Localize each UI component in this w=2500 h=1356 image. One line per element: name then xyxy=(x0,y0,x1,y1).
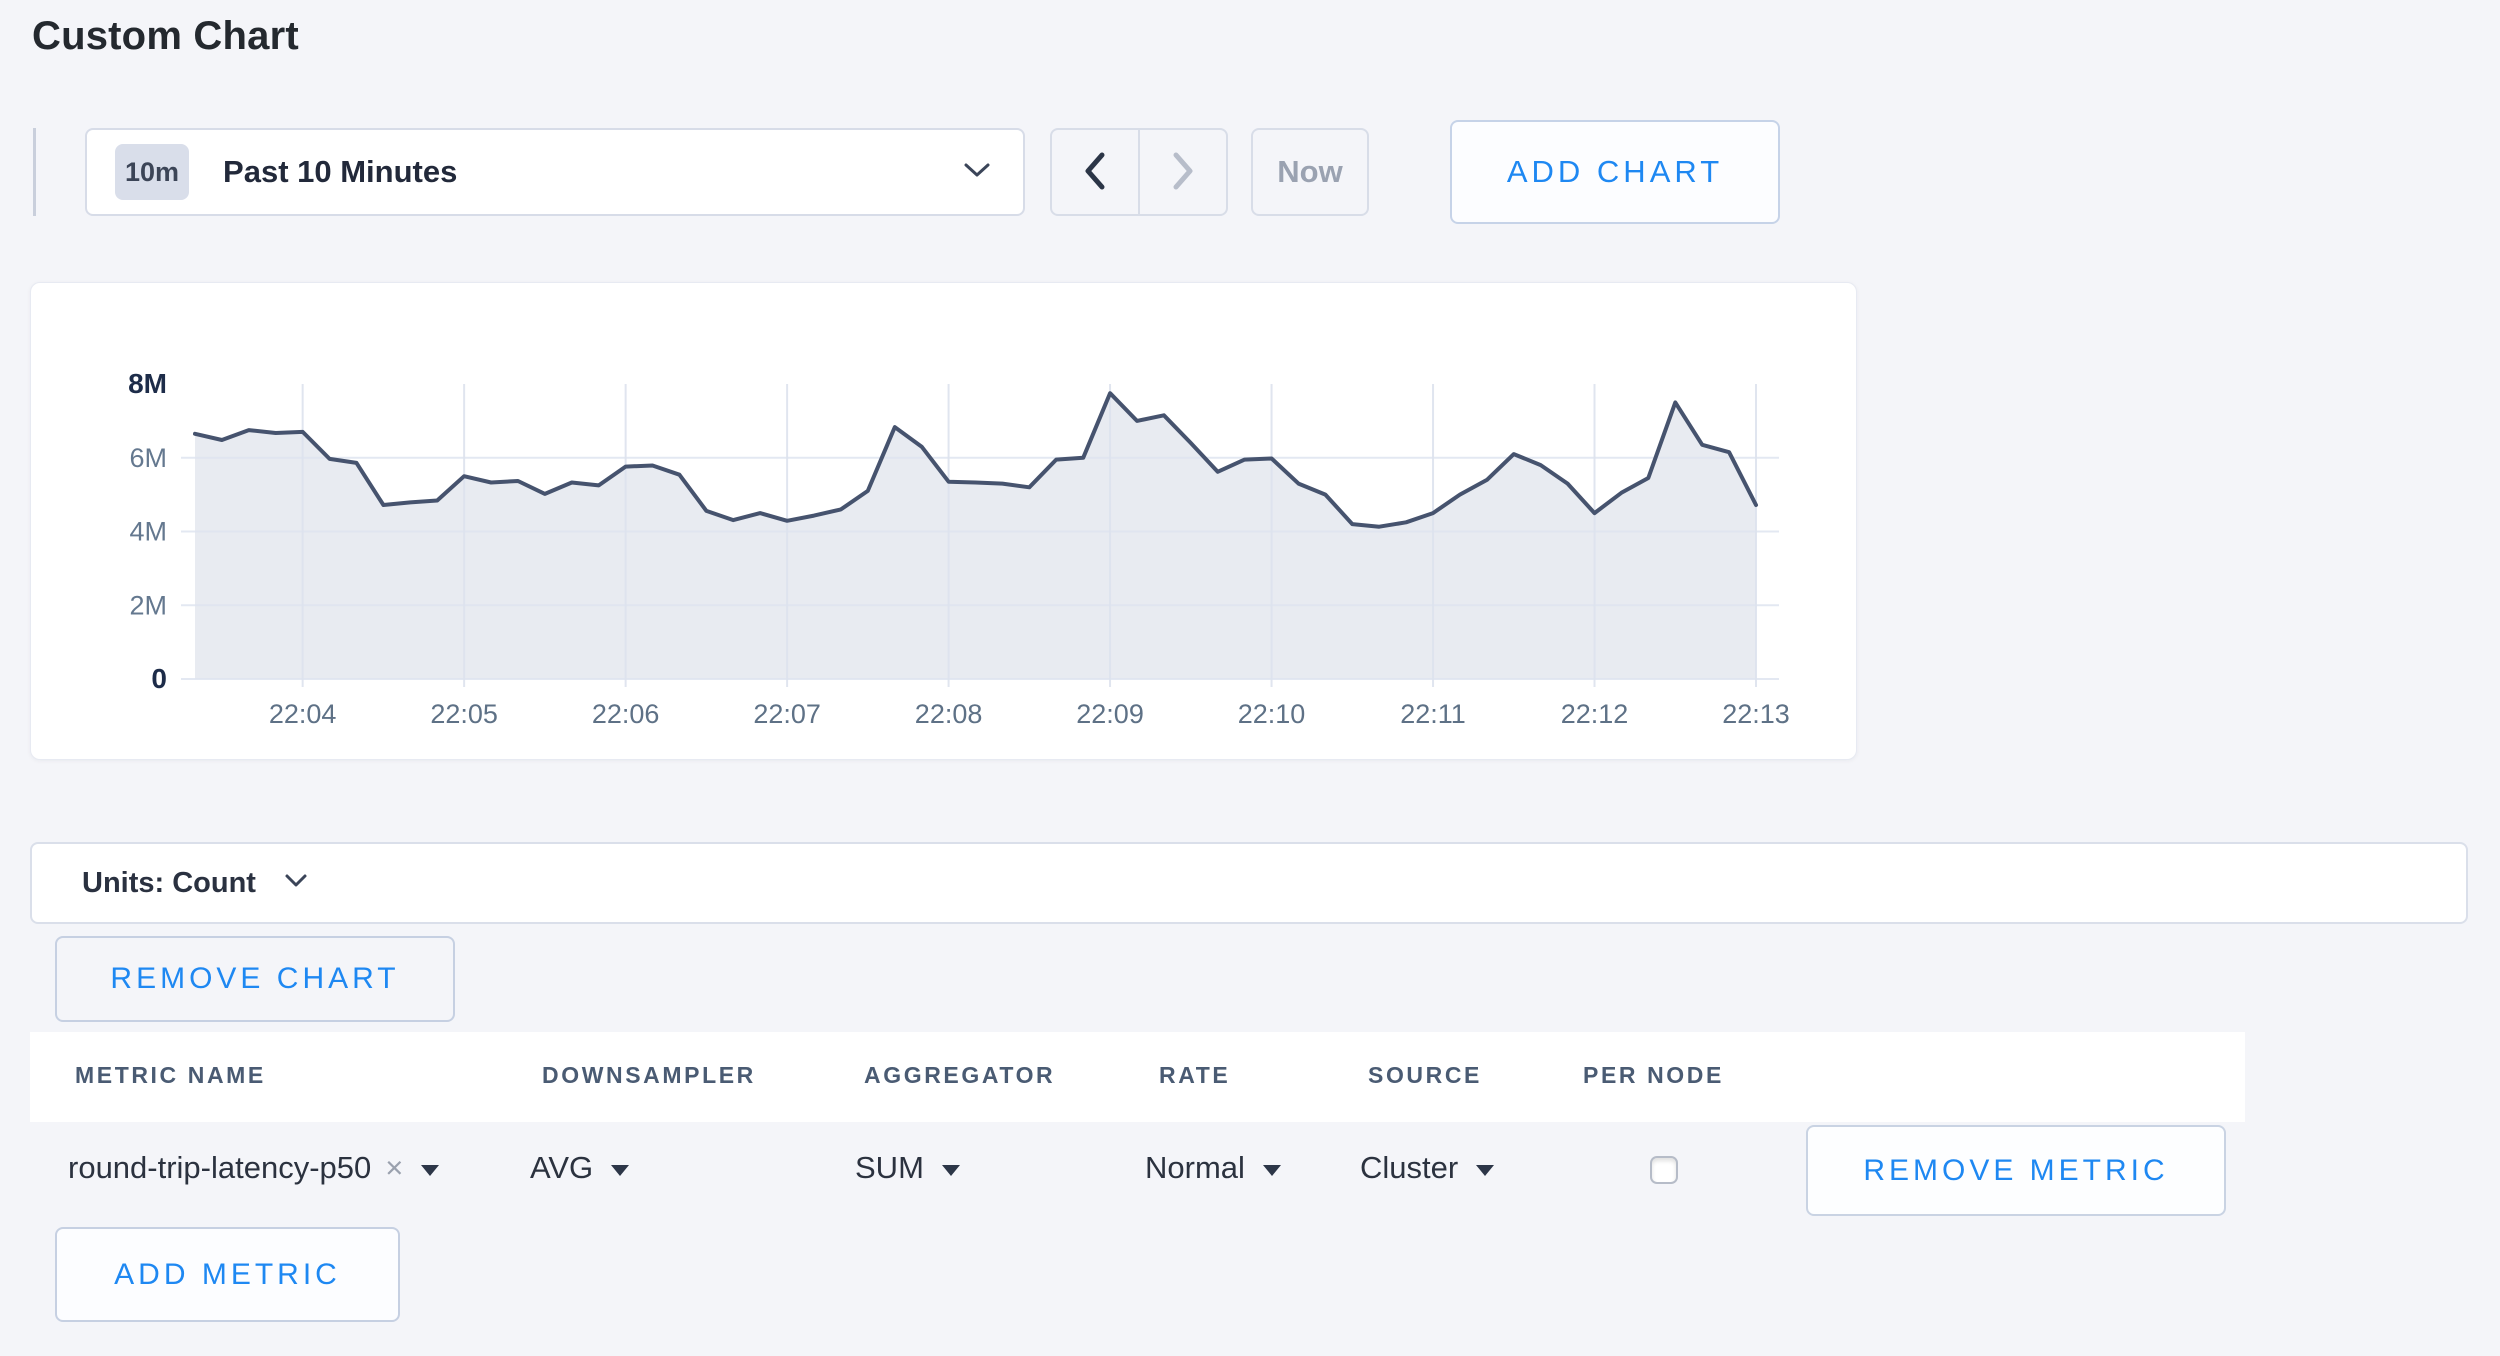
y-axis-tick-label: 8M xyxy=(128,368,167,399)
aggregator-value: SUM xyxy=(855,1150,924,1186)
dropdown-caret-icon xyxy=(1263,1165,1281,1176)
x-axis-tick-label: 22:12 xyxy=(1561,699,1629,729)
chevron-down-icon xyxy=(284,873,308,893)
rate-value: Normal xyxy=(1145,1150,1245,1186)
custom-chart-page: Custom Chart 10m Past 10 Minutes Now ADD… xyxy=(0,0,2500,1356)
x-axis-tick-label: 22:05 xyxy=(430,699,498,729)
time-range-dropdown[interactable]: 10m Past 10 Minutes xyxy=(85,128,1025,216)
controls-left-divider xyxy=(33,128,36,216)
chart-card: 22:04 22:05 22:06 22:07 22:08 22:09 22:10 22:11… xyxy=(30,282,1857,760)
y-axis-tick-label: 2M xyxy=(129,590,167,620)
chevron-right-icon xyxy=(1171,152,1195,193)
dropdown-caret-icon xyxy=(611,1165,629,1176)
source-dropdown[interactable]: Cluster xyxy=(1360,1146,1494,1190)
remove-chart-button[interactable]: REMOVE CHART xyxy=(55,936,455,1022)
column-header-source: SOURCE xyxy=(1368,1062,1482,1089)
column-header-per-node: PER NODE xyxy=(1583,1062,1724,1089)
column-header-aggregator: AGGREGATOR xyxy=(864,1062,1055,1089)
remove-metric-button[interactable]: REMOVE METRIC xyxy=(1806,1125,2226,1216)
y-axis-tick-label: 4M xyxy=(129,517,167,547)
chevron-down-icon xyxy=(963,161,991,184)
y-axis-tick-label: 0 xyxy=(151,663,167,694)
column-header-downsampler: DOWNSAMPLER xyxy=(542,1062,756,1089)
x-axis-tick-label: 22:08 xyxy=(915,699,983,729)
column-header-metric-name: METRIC NAME xyxy=(75,1062,266,1089)
time-range-badge: 10m xyxy=(115,144,189,200)
page-title: Custom Chart xyxy=(32,14,299,59)
per-node-checkbox[interactable] xyxy=(1650,1156,1678,1184)
downsampler-value: AVG xyxy=(530,1150,593,1186)
metric-name-dropdown[interactable]: round-trip-latency-p50 × xyxy=(68,1146,439,1190)
time-forward-button[interactable] xyxy=(1140,130,1226,214)
time-step-button-group xyxy=(1050,128,1228,216)
x-axis-tick-label: 22:09 xyxy=(1076,699,1144,729)
chevron-left-icon xyxy=(1083,152,1107,193)
aggregator-dropdown[interactable]: SUM xyxy=(855,1146,960,1190)
add-chart-button[interactable]: ADD CHART xyxy=(1450,120,1780,224)
now-button[interactable]: Now xyxy=(1251,128,1369,216)
x-axis-tick-label: 22:07 xyxy=(753,699,821,729)
rate-dropdown[interactable]: Normal xyxy=(1145,1146,1281,1190)
add-metric-button[interactable]: ADD METRIC xyxy=(55,1227,400,1322)
units-dropdown-label: Units: Count xyxy=(82,867,256,900)
metric-line-chart[interactable]: 22:04 22:05 22:06 22:07 22:08 22:09 22:10 22:11… xyxy=(31,283,1856,759)
y-axis-tick-label: 6M xyxy=(129,443,167,473)
units-dropdown[interactable]: Units: Count xyxy=(30,842,2468,924)
x-axis-tick-label: 22:06 xyxy=(592,699,660,729)
column-header-rate: RATE xyxy=(1159,1062,1230,1089)
downsampler-dropdown[interactable]: AVG xyxy=(530,1146,629,1190)
dropdown-caret-icon xyxy=(421,1165,439,1176)
x-axis-tick-label: 22:04 xyxy=(269,699,337,729)
metric-table-header: METRIC NAME DOWNSAMPLER AGGREGATOR RATE … xyxy=(30,1032,2245,1122)
series-area xyxy=(195,393,1756,679)
dropdown-caret-icon xyxy=(942,1165,960,1176)
metric-name-value: round-trip-latency-p50 xyxy=(68,1150,371,1186)
clear-metric-icon[interactable]: × xyxy=(385,1150,403,1186)
dropdown-caret-icon xyxy=(1476,1165,1494,1176)
x-axis-tick-label: 22:10 xyxy=(1238,699,1306,729)
x-axis-tick-label: 22:13 xyxy=(1722,699,1790,729)
time-range-label: Past 10 Minutes xyxy=(223,154,457,190)
x-axis-tick-label: 22:11 xyxy=(1400,699,1466,729)
source-value: Cluster xyxy=(1360,1150,1458,1186)
time-back-button[interactable] xyxy=(1052,130,1140,214)
